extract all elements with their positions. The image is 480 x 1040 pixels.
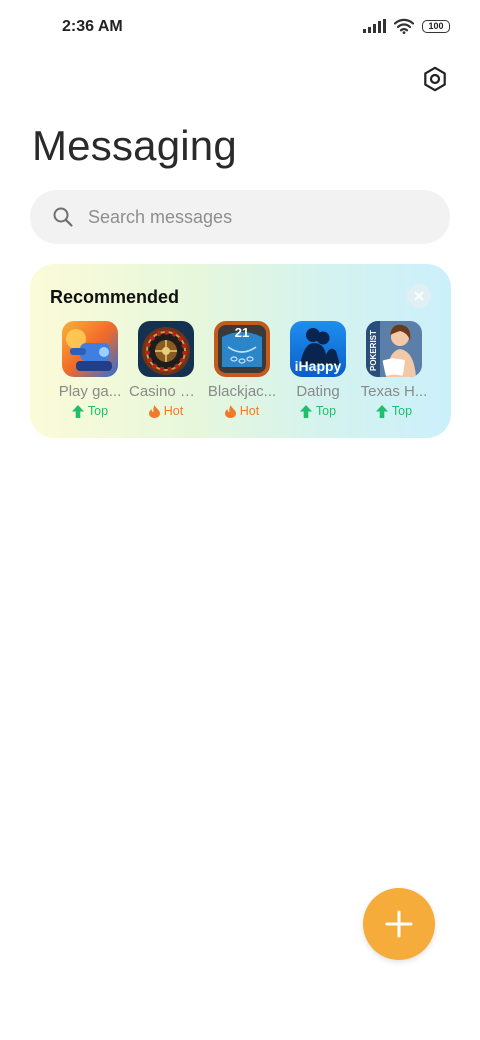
blackjack-icon-number: 21 bbox=[235, 325, 249, 340]
app-name: Play ga... bbox=[58, 383, 122, 400]
app-badge-hot: Hot bbox=[148, 404, 184, 418]
status-bar: 2:36 AM 100 bbox=[0, 0, 480, 56]
recommended-close-button[interactable] bbox=[407, 284, 431, 308]
dating-icon-text: iHappy bbox=[295, 358, 342, 374]
close-icon bbox=[414, 291, 424, 301]
flame-icon bbox=[224, 404, 236, 418]
status-icons: 100 bbox=[363, 18, 450, 34]
page-title: Messaging bbox=[32, 122, 237, 169]
app-badge-hot: Hot bbox=[224, 404, 260, 418]
recommended-title: Recommended bbox=[50, 287, 180, 307]
badge-label: Hot bbox=[163, 404, 184, 418]
poker-icon-text: POKERIST bbox=[369, 330, 378, 371]
battery-level: 100 bbox=[428, 21, 444, 31]
app-item-dating[interactable]: iHappy Dating Top bbox=[280, 321, 356, 418]
badge-label: Top bbox=[87, 404, 109, 418]
dating-app-icon: iHappy bbox=[290, 321, 346, 377]
arrow-up-icon bbox=[375, 404, 388, 418]
battery-icon: 100 bbox=[422, 19, 450, 33]
recommended-card: Recommended Play ga... Top Casino R... H… bbox=[30, 264, 451, 438]
status-time: 2:36 AM bbox=[62, 18, 123, 35]
signal-icon bbox=[363, 19, 386, 33]
app-badge-top: Top bbox=[71, 404, 109, 418]
wifi-icon bbox=[394, 18, 414, 34]
new-message-button[interactable] bbox=[363, 888, 435, 960]
settings-hexagon-icon bbox=[424, 66, 446, 92]
badge-label: Top bbox=[391, 404, 413, 418]
app-item-play-games[interactable]: Play ga... Top bbox=[52, 321, 128, 418]
badge-label: Top bbox=[315, 404, 337, 418]
search-bar[interactable] bbox=[30, 190, 450, 244]
arrow-up-icon bbox=[299, 404, 312, 418]
roulette-app-icon bbox=[138, 321, 194, 377]
flame-icon bbox=[148, 404, 160, 418]
poker-app-icon: POKERIST bbox=[366, 321, 422, 377]
settings-button[interactable] bbox=[420, 64, 450, 94]
arrow-up-icon bbox=[71, 404, 84, 418]
recommended-app-list: Play ga... Top Casino R... Hot 21 Blackj… bbox=[52, 321, 432, 418]
app-name: Blackjac... bbox=[207, 383, 277, 400]
search-icon bbox=[53, 207, 73, 227]
app-name: Texas H... bbox=[360, 383, 428, 400]
blackjack-app-icon: 21 bbox=[214, 321, 270, 377]
app-badge-top: Top bbox=[299, 404, 337, 418]
app-badge-top: Top bbox=[375, 404, 413, 418]
app-item-texas-holdem[interactable]: POKERIST Texas H... Top bbox=[356, 321, 432, 418]
plus-icon bbox=[385, 910, 413, 938]
badge-label: Hot bbox=[239, 404, 260, 418]
app-item-casino-roulette[interactable]: Casino R... Hot bbox=[128, 321, 204, 418]
app-name: Casino R... bbox=[129, 383, 203, 400]
app-name: Dating bbox=[296, 383, 340, 400]
search-input[interactable] bbox=[86, 205, 410, 229]
app-item-blackjack[interactable]: 21 Blackjac... Hot bbox=[204, 321, 280, 418]
play-games-app-icon bbox=[62, 321, 118, 377]
